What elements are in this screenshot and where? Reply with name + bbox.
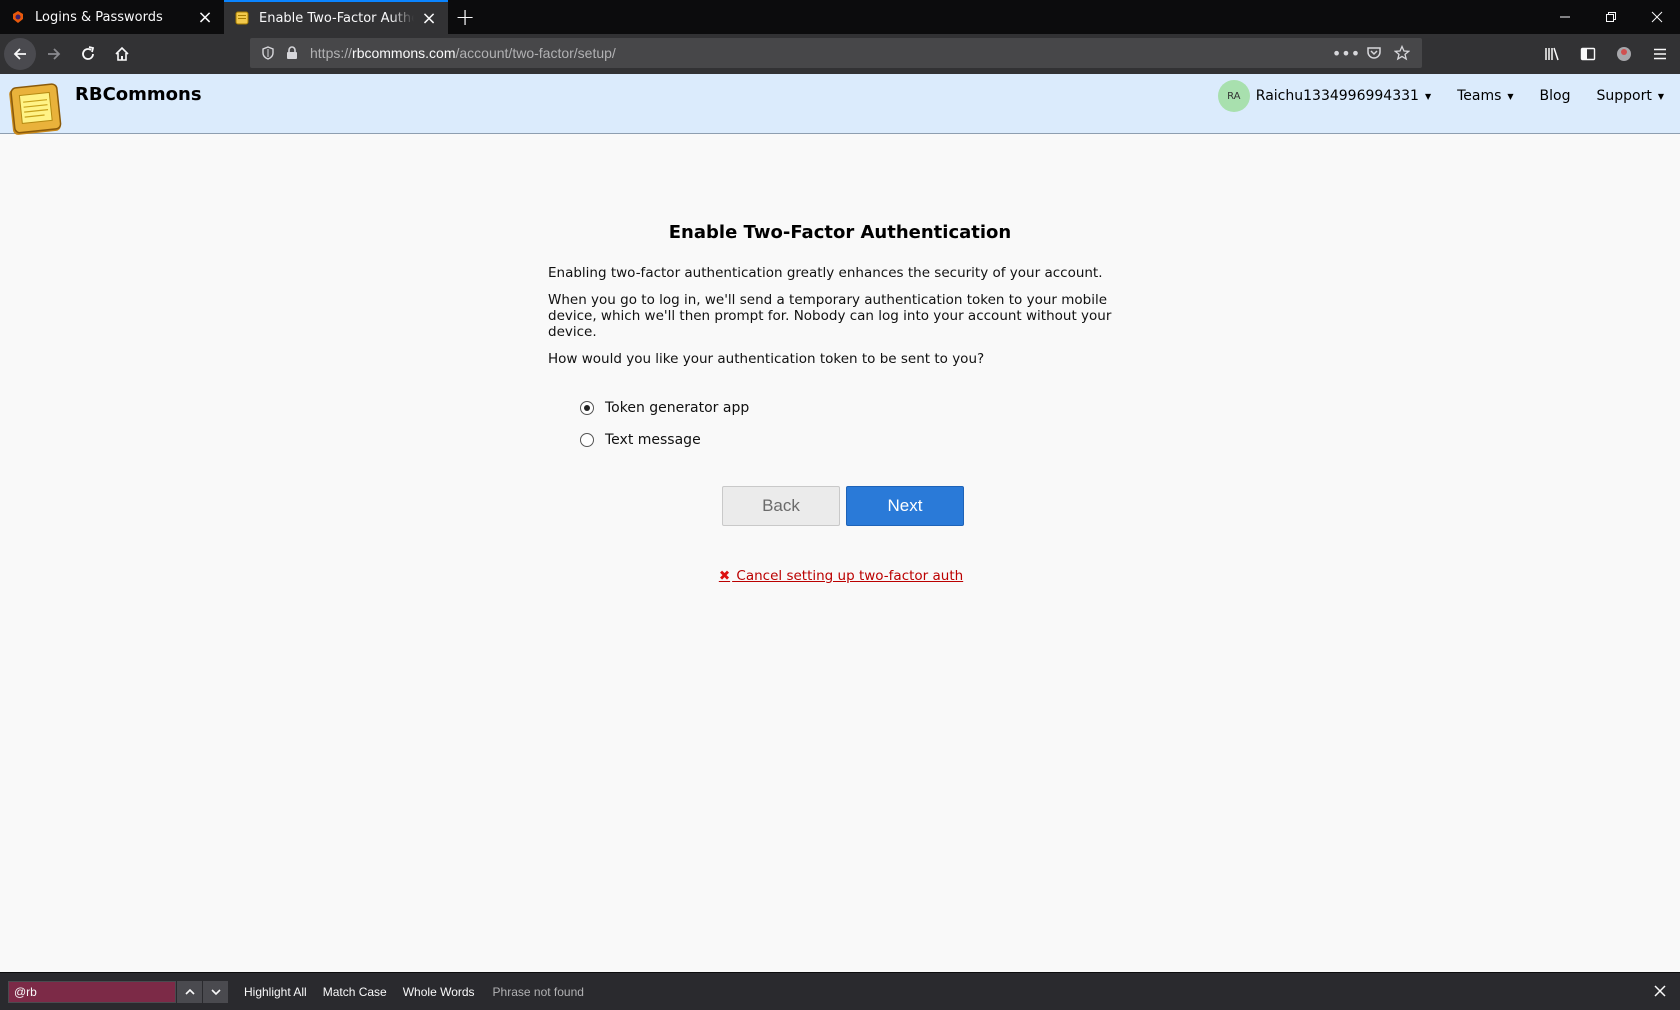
library-icon[interactable]: [1536, 38, 1568, 70]
back-button[interactable]: Back: [722, 486, 840, 526]
nav-teams-label: Teams: [1457, 88, 1502, 104]
match-case-toggle[interactable]: Match Case: [323, 985, 387, 999]
tab-strip: Logins & Passwords × Enable Two-Factor A…: [0, 0, 1680, 34]
option-token-generator[interactable]: Token generator app: [580, 392, 1132, 424]
account-icon[interactable]: [1608, 38, 1640, 70]
minimize-icon[interactable]: [1542, 0, 1588, 34]
intro-paragraph: Enabling two-factor authentication great…: [548, 265, 1103, 281]
navigation-toolbar: https://rbcommons.com/account/two-factor…: [0, 34, 1680, 74]
tab-logins-passwords[interactable]: Logins & Passwords ×: [0, 0, 224, 34]
caret-down-icon: ▼: [1657, 91, 1664, 101]
close-tab-icon[interactable]: ×: [196, 7, 214, 28]
find-next-icon[interactable]: [202, 980, 228, 1003]
red-x-icon: ✖: [718, 568, 731, 584]
tab-enable-two-factor[interactable]: Enable Two-Factor Authenticati ×: [224, 0, 448, 34]
avatar[interactable]: RA: [1217, 80, 1250, 112]
username-label: Raichu1334996994331: [1255, 88, 1419, 104]
url-text[interactable]: https://rbcommons.com/account/two-factor…: [310, 45, 616, 61]
option-label[interactable]: Token generator app: [605, 400, 749, 416]
find-input[interactable]: @rb: [8, 980, 176, 1003]
forward-arrow-icon[interactable]: [38, 38, 70, 70]
nav-support[interactable]: Support ▼: [1597, 88, 1665, 104]
caret-down-icon: ▼: [1507, 91, 1514, 101]
cancel-setup-link[interactable]: ✖ Cancel setting up two-factor auth: [719, 568, 963, 584]
find-status: Phrase not found: [492, 984, 584, 999]
user-navigation: RA Raichu1334996994331 ▼ Teams ▼ Blog Su…: [1217, 80, 1665, 112]
tab-title: Logins & Passwords: [35, 9, 163, 25]
page-actions-icon[interactable]: •••: [1332, 39, 1360, 67]
two-factor-setup-panel: Enable Two-Factor Authentication Enablin…: [548, 222, 1132, 584]
nav-blog[interactable]: Blog: [1540, 88, 1571, 104]
window-controls: [1542, 0, 1680, 34]
new-tab-button[interactable]: +: [448, 0, 482, 34]
notepad-icon: [234, 10, 250, 26]
tracking-shield-icon[interactable]: [256, 46, 280, 60]
nav-blog-label: Blog: [1539, 88, 1571, 104]
nav-support-label: Support: [1596, 88, 1652, 104]
brand-name[interactable]: RBCommons: [75, 84, 202, 105]
address-bar[interactable]: https://rbcommons.com/account/two-factor…: [250, 38, 1422, 68]
question-paragraph: How would you like your authentication t…: [548, 351, 985, 367]
page-title: Enable Two-Factor Authentication: [668, 222, 1012, 243]
restore-icon[interactable]: [1588, 0, 1634, 34]
whole-words-toggle[interactable]: Whole Words: [403, 985, 475, 999]
cancel-label: Cancel setting up two-factor auth: [732, 568, 964, 584]
cancel-setup: ✖ Cancel setting up two-factor auth: [548, 568, 1132, 584]
close-find-bar-icon[interactable]: [1650, 981, 1670, 1001]
user-menu[interactable]: Raichu1334996994331 ▼: [1256, 88, 1431, 104]
highlight-all-toggle[interactable]: Highlight All: [244, 985, 307, 999]
hamburger-menu-icon[interactable]: [1644, 38, 1676, 70]
close-window-icon[interactable]: [1634, 0, 1680, 34]
find-bar: @rb Highlight All Match Case Whole Words…: [0, 972, 1680, 1010]
delivery-method-options: Token generator app Text message: [580, 392, 1132, 456]
close-tab-icon[interactable]: ×: [420, 8, 438, 29]
bookmark-star-icon[interactable]: [1388, 39, 1416, 67]
radio-text-message[interactable]: [580, 433, 594, 447]
site-header: RBCommons RA Raichu1334996994331 ▼ Teams…: [0, 74, 1680, 136]
nav-teams[interactable]: Teams ▼: [1457, 88, 1513, 104]
reload-icon[interactable]: [72, 38, 104, 70]
padlock-icon[interactable]: [280, 46, 304, 60]
next-button[interactable]: Next: [846, 486, 964, 526]
form-buttons: Back Next: [548, 486, 1132, 526]
option-text-message[interactable]: Text message: [580, 424, 1132, 456]
lock-fox-icon: [10, 9, 26, 25]
find-previous-icon[interactable]: [176, 980, 202, 1003]
option-label[interactable]: Text message: [605, 432, 701, 448]
radio-token-generator[interactable]: [580, 401, 594, 415]
explanation-paragraph: When you go to log in, we'll send a temp…: [548, 292, 1112, 340]
sidebar-icon[interactable]: [1572, 38, 1604, 70]
caret-down-icon: ▼: [1424, 91, 1432, 101]
home-icon[interactable]: [106, 38, 138, 70]
tab-title: Enable Two-Factor Authenticati: [259, 10, 414, 26]
rbcommons-logo[interactable]: [8, 82, 64, 136]
pocket-icon[interactable]: [1360, 39, 1388, 67]
back-arrow-icon[interactable]: [4, 38, 36, 70]
